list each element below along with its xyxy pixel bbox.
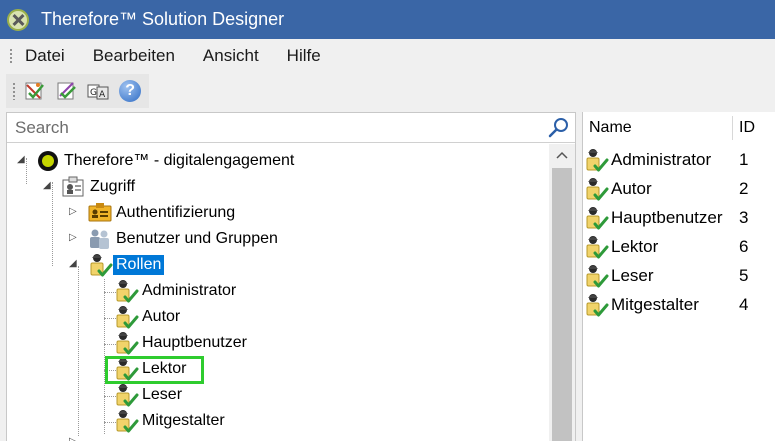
list-row[interactable]: Lektor 6 (583, 232, 775, 261)
id-card-icon (88, 203, 112, 222)
edit-icon (57, 82, 76, 100)
row-name: Leser (611, 265, 654, 285)
roles-list: Name ID Administrator 1 Autor 2 Hauptben… (582, 112, 775, 441)
tree-node-label: Authentifizierung (116, 204, 236, 221)
tree-node-role[interactable]: Administrator (113, 278, 239, 304)
menu-bearbeiten[interactable]: Bearbeiten (91, 44, 177, 68)
access-icon (62, 176, 84, 197)
role-icon (113, 330, 139, 356)
role-icon (113, 304, 139, 330)
role-icon (87, 252, 113, 278)
role-icon (583, 147, 609, 173)
tree-view: ◢ Therefore™ - digitalengagement ◢ Zugri… (7, 144, 549, 441)
focus-highlight (105, 356, 204, 384)
row-name: Autor (611, 178, 652, 198)
role-icon (113, 382, 139, 408)
toolbar: G A ? (6, 74, 149, 108)
tree-line (26, 158, 27, 184)
tree-node-role[interactable]: Leser (113, 382, 185, 408)
tree-line (78, 266, 79, 436)
role-icon (583, 292, 609, 318)
tree-node-label: Benutzer und Gruppen (116, 230, 278, 247)
list-row[interactable]: Hauptbenutzer 3 (583, 203, 775, 232)
tree-node-label: Therefore™ - digitalengagement (64, 152, 295, 169)
edit-button[interactable] (54, 78, 80, 104)
wizard-icon (25, 82, 44, 100)
tree-node-benutzer-und-gruppen[interactable]: Benutzer und Gruppen (87, 226, 281, 252)
window-title: Therefore™ Solution Designer (41, 9, 285, 29)
tree-node-role[interactable]: Hauptbenutzer (113, 330, 250, 356)
tree-node-rollen[interactable]: Rollen (87, 252, 165, 278)
tree-node-label: Hauptbenutzer (142, 334, 247, 351)
row-id: 2 (739, 178, 749, 198)
scroll-up-button[interactable] (549, 144, 575, 166)
column-header-id[interactable]: ID (739, 112, 755, 144)
menu-datei[interactable]: Datei (23, 44, 67, 68)
search-icon[interactable] (547, 116, 571, 140)
expand-arrow-icon[interactable]: ▷ (69, 232, 77, 243)
tree-pane: ◢ Therefore™ - digitalengagement ◢ Zugri… (6, 112, 576, 441)
translate-button[interactable]: G A (86, 78, 112, 104)
row-id: 5 (739, 265, 749, 285)
list-row[interactable]: Administrator 1 (583, 145, 775, 174)
collapse-arrow-icon[interactable]: ◢ (17, 154, 25, 165)
wizard-button[interactable] (22, 78, 48, 104)
role-icon (113, 408, 139, 434)
column-divider[interactable] (732, 116, 733, 140)
toolbar-grip-icon (12, 82, 16, 100)
tree-node-label: Autor (142, 308, 181, 325)
list-row[interactable]: Mitgestalter 4 (583, 290, 775, 319)
list-row[interactable]: Leser 5 (583, 261, 775, 290)
svg-text:A: A (99, 90, 106, 100)
tree-node-label: Rollen (113, 255, 165, 275)
menu-hilfe[interactable]: Hilfe (285, 44, 323, 68)
search-bar (7, 113, 575, 143)
svg-text:G: G (90, 88, 97, 98)
menu-grip-icon (9, 48, 13, 64)
tree-node-role[interactable]: Mitgestalter (113, 408, 228, 434)
scroll-thumb[interactable] (552, 168, 572, 441)
help-icon: ? (119, 80, 142, 102)
tree-node-label: Leser (142, 386, 183, 403)
role-icon (113, 278, 139, 304)
tree-node-zugriff[interactable]: Zugriff (61, 174, 138, 200)
chevron-up-icon (556, 151, 568, 159)
title-bar: Therefore™ Solution Designer (0, 0, 775, 39)
help-button[interactable]: ? (117, 78, 143, 104)
role-icon (583, 263, 609, 289)
tree-scrollbar[interactable] (549, 144, 575, 441)
role-icon (583, 205, 609, 231)
menu-ansicht[interactable]: Ansicht (201, 44, 261, 68)
column-header-name[interactable]: Name (589, 112, 632, 144)
list-row[interactable]: Autor 2 (583, 174, 775, 203)
collapse-arrow-icon[interactable]: ◢ (69, 258, 77, 269)
tree-node-authentifizierung[interactable]: Authentifizierung (87, 200, 238, 226)
row-id: 1 (739, 149, 749, 169)
tree-node-root[interactable]: Therefore™ - digitalengagement (35, 148, 297, 174)
tree-node-role[interactable]: Autor (113, 304, 183, 330)
row-name: Administrator (611, 149, 712, 169)
row-id: 4 (739, 294, 749, 314)
row-name: Mitgestalter (611, 294, 699, 314)
row-id: 6 (739, 236, 749, 256)
search-input[interactable] (7, 114, 527, 141)
tree-node-label: Mitgestalter (142, 412, 225, 429)
tree-node-label: Administrator (142, 282, 237, 299)
users-groups-icon (90, 229, 109, 249)
row-id: 3 (739, 207, 749, 227)
tree-node-label: Zugriff (90, 178, 136, 195)
tree-line (52, 182, 53, 266)
expand-arrow-icon[interactable]: ▷ (69, 436, 77, 441)
row-name: Hauptbenutzer (611, 207, 723, 227)
app-icon (7, 8, 29, 31)
menu-bar: Datei Bearbeiten Ansicht Hilfe (0, 39, 775, 73)
server-status-icon (38, 151, 58, 171)
role-icon (583, 176, 609, 202)
translate-icon: G A (87, 84, 109, 100)
role-icon (583, 234, 609, 260)
collapse-arrow-icon[interactable]: ◢ (43, 180, 51, 191)
row-name: Lektor (611, 236, 659, 256)
expand-arrow-icon[interactable]: ▷ (69, 206, 77, 217)
